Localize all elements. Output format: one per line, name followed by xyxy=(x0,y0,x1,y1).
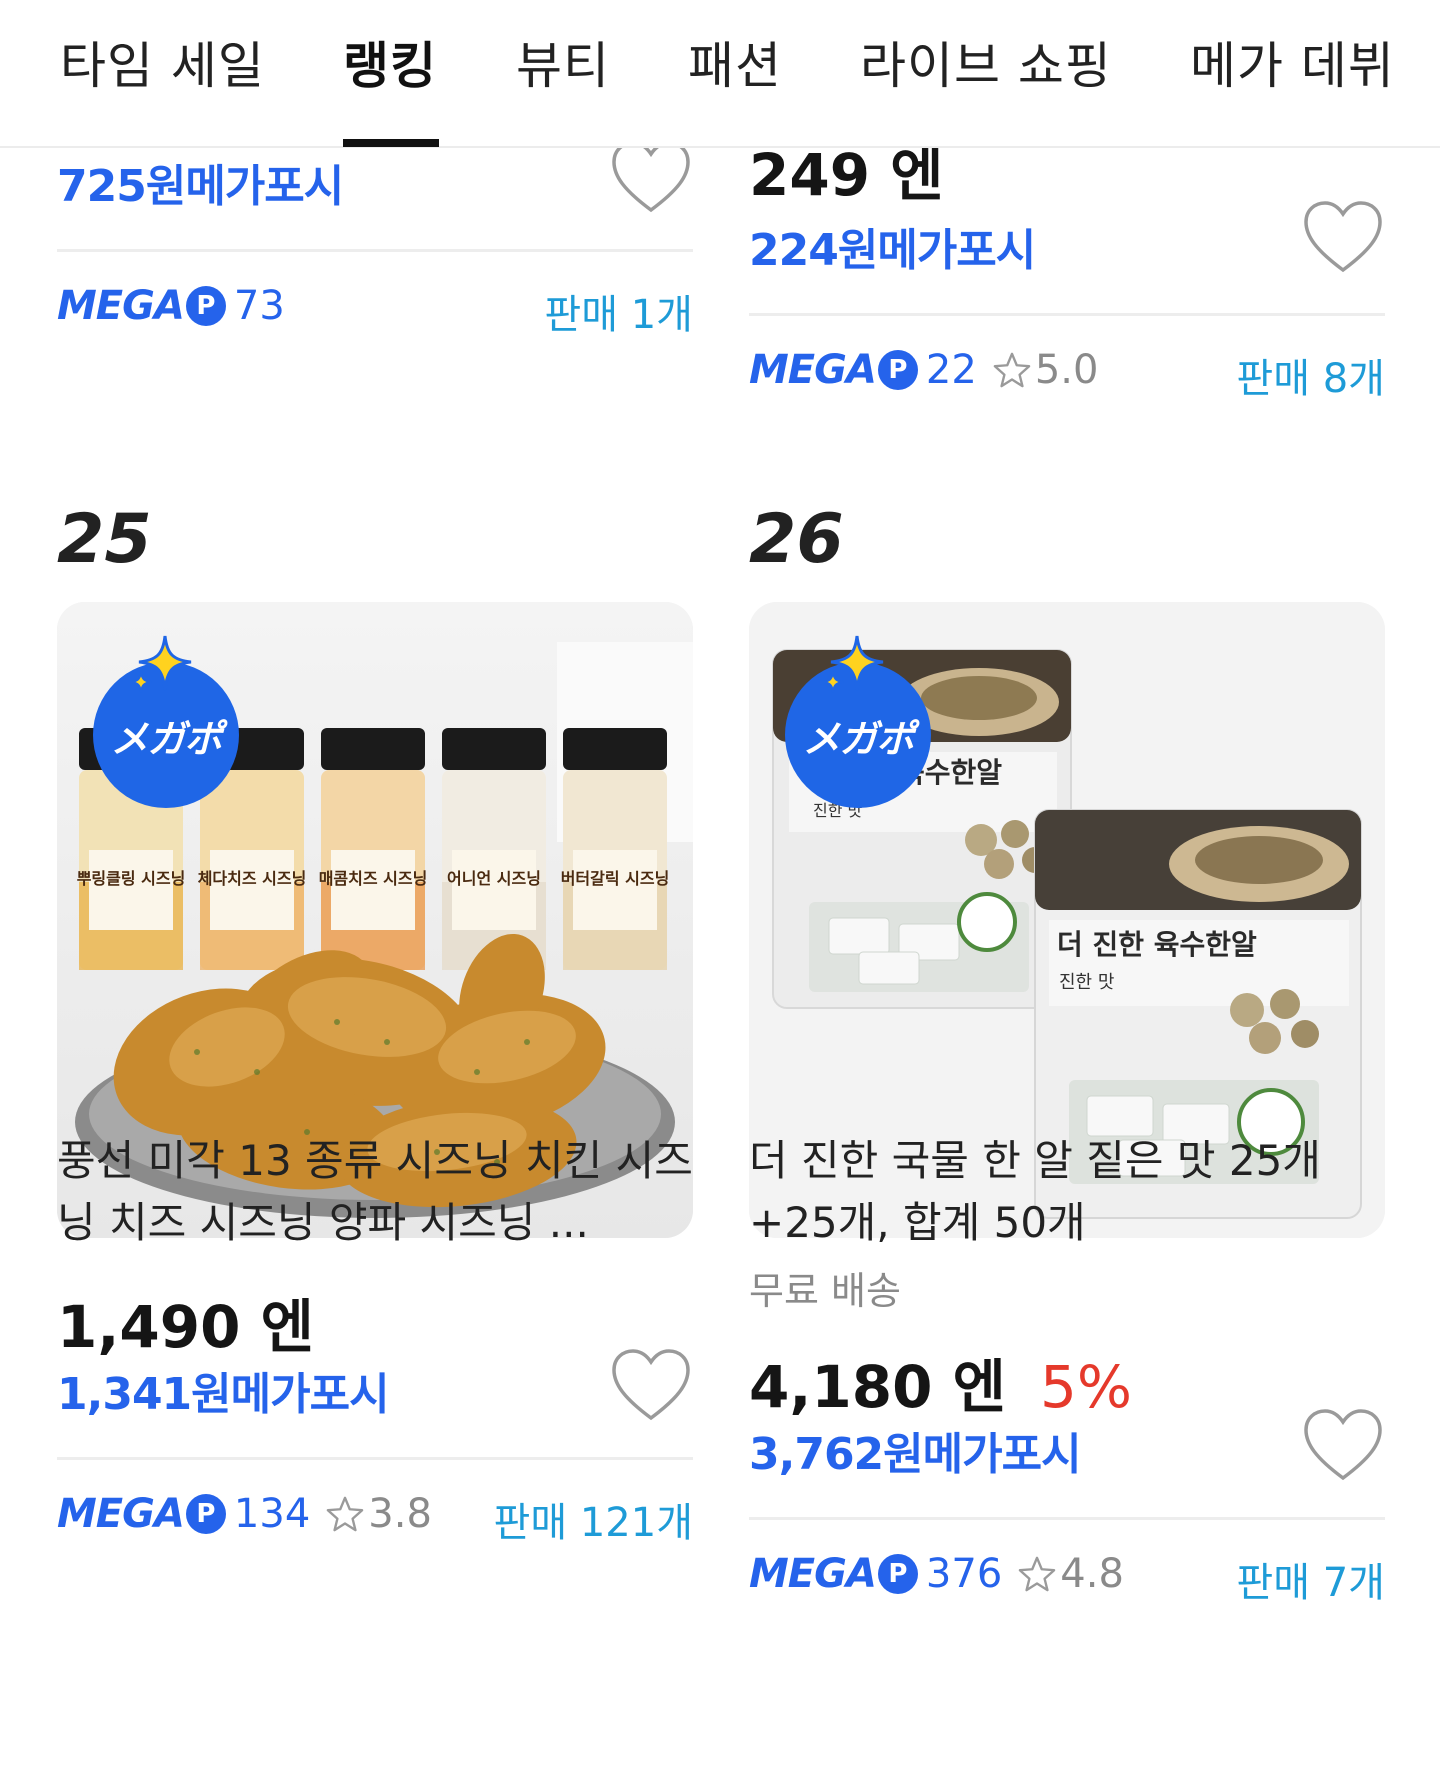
mega-logo-text: MEGA xyxy=(749,1551,877,1597)
badge-text: メガポ xyxy=(802,716,914,761)
star-icon xyxy=(1018,1556,1056,1592)
tab-fashion[interactable]: 패션 xyxy=(688,26,782,98)
card-meta-row: MEGA P 73 판매 1개 xyxy=(57,278,693,338)
mega-price: 1,341원메가포시 xyxy=(57,1369,390,1420)
rank-number: 26 xyxy=(749,500,844,579)
mega-price: 224원메가포시 xyxy=(749,225,1036,276)
card-meta-row: MEGA P 134 3.8 판매 121개 xyxy=(57,1486,693,1546)
card-meta-row: MEGA P 376 4.8 판매 7개 xyxy=(749,1546,1385,1606)
sold-count: 판매 8개 xyxy=(1236,356,1385,402)
heart-icon[interactable] xyxy=(1302,1408,1384,1482)
product-card-25[interactable]: 25 뿌링클링 시즈닝 체다치즈 시즈닝 매콤치즈 시즈닝 어니언 시즈닝 버터… xyxy=(57,480,693,1780)
divider xyxy=(57,249,693,252)
jar-label: 뿌링클링 시즈닝 xyxy=(77,869,186,888)
mega-logo-text: MEGA xyxy=(57,283,185,329)
mega-logo: MEGA P xyxy=(57,1491,226,1537)
points-p-icon: P xyxy=(185,1494,226,1534)
sold-count: 판매 1개 xyxy=(544,292,693,338)
mega-points: 134 xyxy=(233,1491,311,1537)
rating: 4.8 xyxy=(1018,1551,1124,1597)
shipping-info: 무료 배송 xyxy=(749,1269,901,1313)
mega-logo: MEGA P xyxy=(57,283,226,329)
discount-rate: 5% xyxy=(1040,1353,1133,1421)
rating-value: 5.0 xyxy=(1034,347,1099,393)
points-p-icon: P xyxy=(877,350,918,390)
star-icon xyxy=(993,352,1031,388)
top-tab-bar: 타임 세일 랭킹 뷰티 패션 라이브 쇼핑 메가 데뷔 xyxy=(0,0,1440,148)
card-meta-row: MEGA P 22 5.0 판매 8개 xyxy=(749,342,1385,402)
jar-label: 어니언 시즈닝 xyxy=(447,869,541,888)
mega-points: 22 xyxy=(925,347,977,393)
product-title[interactable]: 더 진한 국물 한 알 짙은 맛 25개+25개, 합계 50개 xyxy=(749,1130,1385,1254)
sparkle-icon xyxy=(131,635,192,693)
tab-live-shopping[interactable]: 라이브 쇼핑 xyxy=(860,26,1112,98)
mega-logo-text: MEGA xyxy=(749,347,877,393)
divider xyxy=(57,1457,693,1460)
price-row: 4,180 엔 5% xyxy=(749,1340,1132,1424)
mega-logo: MEGA P xyxy=(749,347,918,393)
heart-icon[interactable] xyxy=(1302,200,1384,274)
sparkle-icon xyxy=(823,635,884,693)
tab-mega-debut[interactable]: 메가 데뷔 xyxy=(1190,26,1395,98)
mega-logo: MEGA P xyxy=(749,1551,918,1597)
divider xyxy=(749,1517,1385,1520)
mega-logo-text: MEGA xyxy=(57,1491,185,1537)
heart-icon[interactable] xyxy=(610,1348,692,1422)
package-title: 더 진한 육수한알 xyxy=(1057,928,1257,961)
jar-label: 버터갈릭 시즈닝 xyxy=(561,869,670,888)
jar-label: 매콤치즈 시즈닝 xyxy=(319,869,428,888)
tab-time-sale[interactable]: 타임 세일 xyxy=(60,26,265,98)
sold-count: 판매 121개 xyxy=(493,1500,693,1546)
jar-label: 체다치즈 시즈닝 xyxy=(198,869,307,888)
price: 4,180 엔 xyxy=(749,1353,1007,1421)
badge-text: メガポ xyxy=(110,716,222,761)
active-tab-indicator xyxy=(343,139,439,147)
points-p-icon: P xyxy=(185,286,226,326)
divider xyxy=(749,313,1385,316)
sold-count: 판매 7개 xyxy=(1236,1560,1385,1606)
rank-number: 25 xyxy=(57,500,152,579)
rating-value: 3.8 xyxy=(368,1491,432,1537)
mega-price: 3,762원메가포시 xyxy=(749,1429,1082,1480)
product-card-26[interactable]: 26 육수한알 진한 맛 더 진한 육수한알 진한 맛 メガポ 더 진한 국물 … xyxy=(749,480,1385,1780)
tab-ranking[interactable]: 랭킹 xyxy=(343,26,437,98)
heart-icon[interactable] xyxy=(610,140,692,214)
tab-beauty[interactable]: 뷰티 xyxy=(516,26,610,98)
rating: 5.0 xyxy=(993,347,1099,393)
rating-value: 4.8 xyxy=(1060,1551,1124,1597)
mega-points: 73 xyxy=(233,283,285,329)
product-title[interactable]: 풍선 미각 13 종류 시즈닝 치킨 시즈닝 치즈 시즈닝 양파 시즈닝 ... xyxy=(57,1130,693,1254)
mega-price: 725원메가포시 xyxy=(57,161,344,212)
points-p-icon: P xyxy=(877,1554,918,1594)
package-subtitle: 진한 맛 xyxy=(1059,972,1114,993)
price: 1,490 엔 xyxy=(57,1293,315,1361)
star-icon xyxy=(326,1496,364,1532)
mega-points: 376 xyxy=(925,1551,1003,1597)
rating: 3.8 xyxy=(326,1491,432,1537)
